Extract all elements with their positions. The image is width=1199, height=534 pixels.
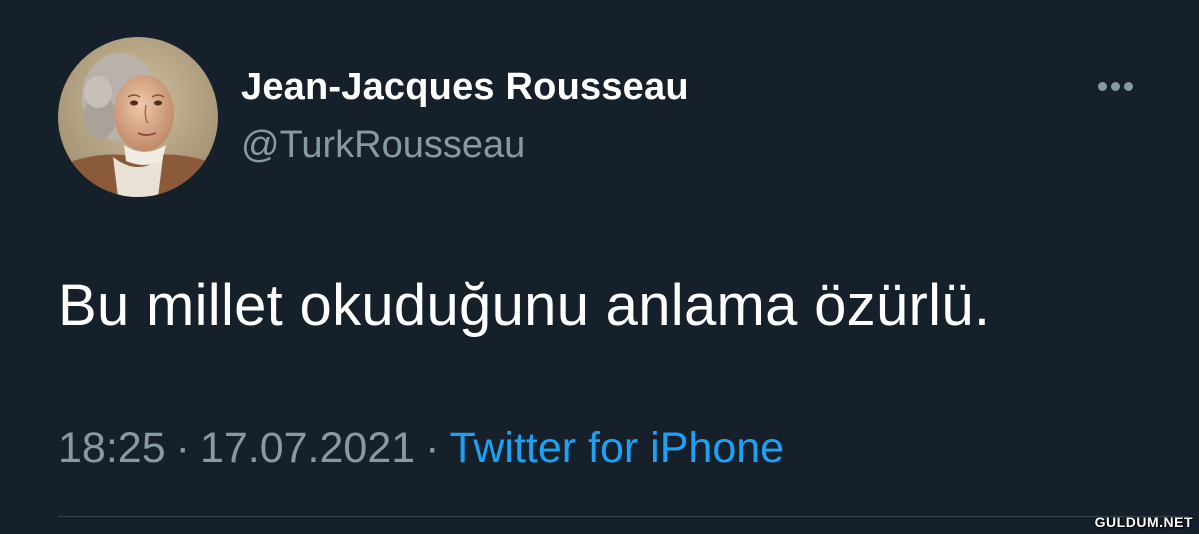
more-horizontal-icon <box>1111 82 1120 91</box>
tweet-metadata: 18:25 · 17.07.2021 · Twitter for iPhone <box>58 424 784 473</box>
tweet-card: Jean-Jacques Rousseau @TurkRousseau Bu m… <box>0 0 1199 534</box>
display-name[interactable]: Jean-Jacques Rousseau <box>241 66 689 109</box>
user-handle[interactable]: @TurkRousseau <box>241 124 525 167</box>
tweet-source-link[interactable]: Twitter for iPhone <box>449 424 784 472</box>
watermark: GULDUM.NET <box>1094 514 1193 530</box>
more-options-button[interactable] <box>1088 70 1144 104</box>
more-horizontal-icon <box>1098 82 1107 91</box>
avatar[interactable] <box>58 37 218 197</box>
tweet-text: Bu millet okuduğunu anlama özürlü. <box>58 273 991 338</box>
separator: · <box>175 424 190 472</box>
more-horizontal-icon <box>1124 82 1133 91</box>
separator: · <box>425 424 440 472</box>
tweet-date[interactable]: 17.07.2021 <box>200 424 415 472</box>
avatar-portrait-image <box>58 37 218 197</box>
divider <box>58 516 1188 517</box>
tweet-time[interactable]: 18:25 <box>58 424 166 472</box>
